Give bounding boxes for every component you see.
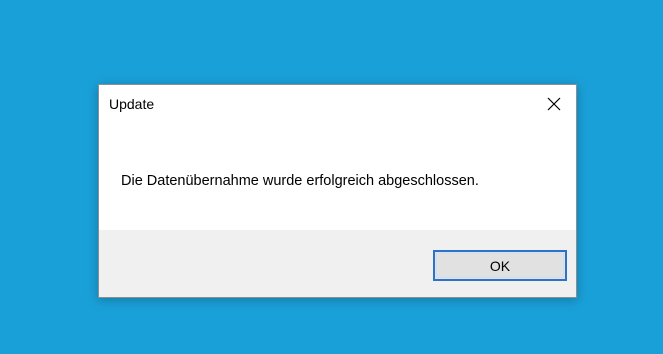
dialog-title: Update xyxy=(109,96,155,112)
desktop-background: Update Die Datenübernahme wurde erfolgre… xyxy=(0,0,663,354)
close-button[interactable] xyxy=(536,89,572,119)
close-icon xyxy=(547,97,561,111)
dialog-titlebar[interactable]: Update xyxy=(99,85,576,123)
ok-button-label: OK xyxy=(489,257,511,274)
dialog-body: Die Datenübernahme wurde erfolgreich abg… xyxy=(99,123,576,230)
message-dialog: Update Die Datenübernahme wurde erfolgre… xyxy=(98,84,577,298)
ok-button[interactable]: OK xyxy=(433,250,567,281)
dialog-message: Die Datenübernahme wurde erfolgreich abg… xyxy=(121,173,479,189)
dialog-button-bar: OK xyxy=(99,230,576,297)
